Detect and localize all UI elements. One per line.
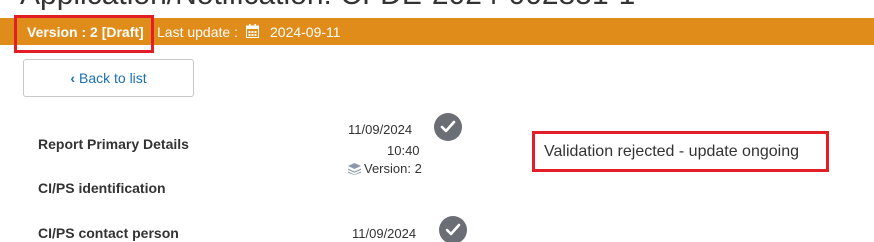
section-label-report-primary-details[interactable]: Report Primary Details bbox=[38, 136, 189, 152]
check-circle-icon bbox=[434, 113, 462, 141]
version-label: Version : 2 [Draft] bbox=[27, 24, 144, 40]
status-text: Validation rejected - update ongoing bbox=[544, 142, 799, 160]
status-message: Validation rejected - update ongoing bbox=[532, 131, 829, 172]
chevron-left-icon: ‹ bbox=[70, 70, 75, 86]
section-version: Version: 2 bbox=[364, 161, 422, 176]
last-update-label: Last update : bbox=[157, 24, 238, 40]
layers-icon bbox=[348, 162, 361, 175]
section-label-ci-ps-identification[interactable]: CI/PS identification bbox=[38, 180, 166, 196]
back-to-list-button[interactable]: ‹ Back to list bbox=[23, 59, 194, 97]
page-title: Application/Notification: CI-DE-2024-002… bbox=[20, 0, 635, 12]
section-label-ci-ps-contact-person[interactable]: CI/PS contact person bbox=[38, 225, 179, 241]
last-update-date: 2024-09-11 bbox=[270, 24, 341, 40]
back-button-label: Back to list bbox=[78, 70, 147, 86]
section-time: 10:40 bbox=[387, 143, 420, 158]
check-circle-icon bbox=[439, 216, 467, 242]
calendar-icon bbox=[246, 24, 259, 38]
section-date: 11/09/2024 bbox=[352, 226, 417, 241]
section-date: 11/09/2024 bbox=[348, 122, 413, 137]
